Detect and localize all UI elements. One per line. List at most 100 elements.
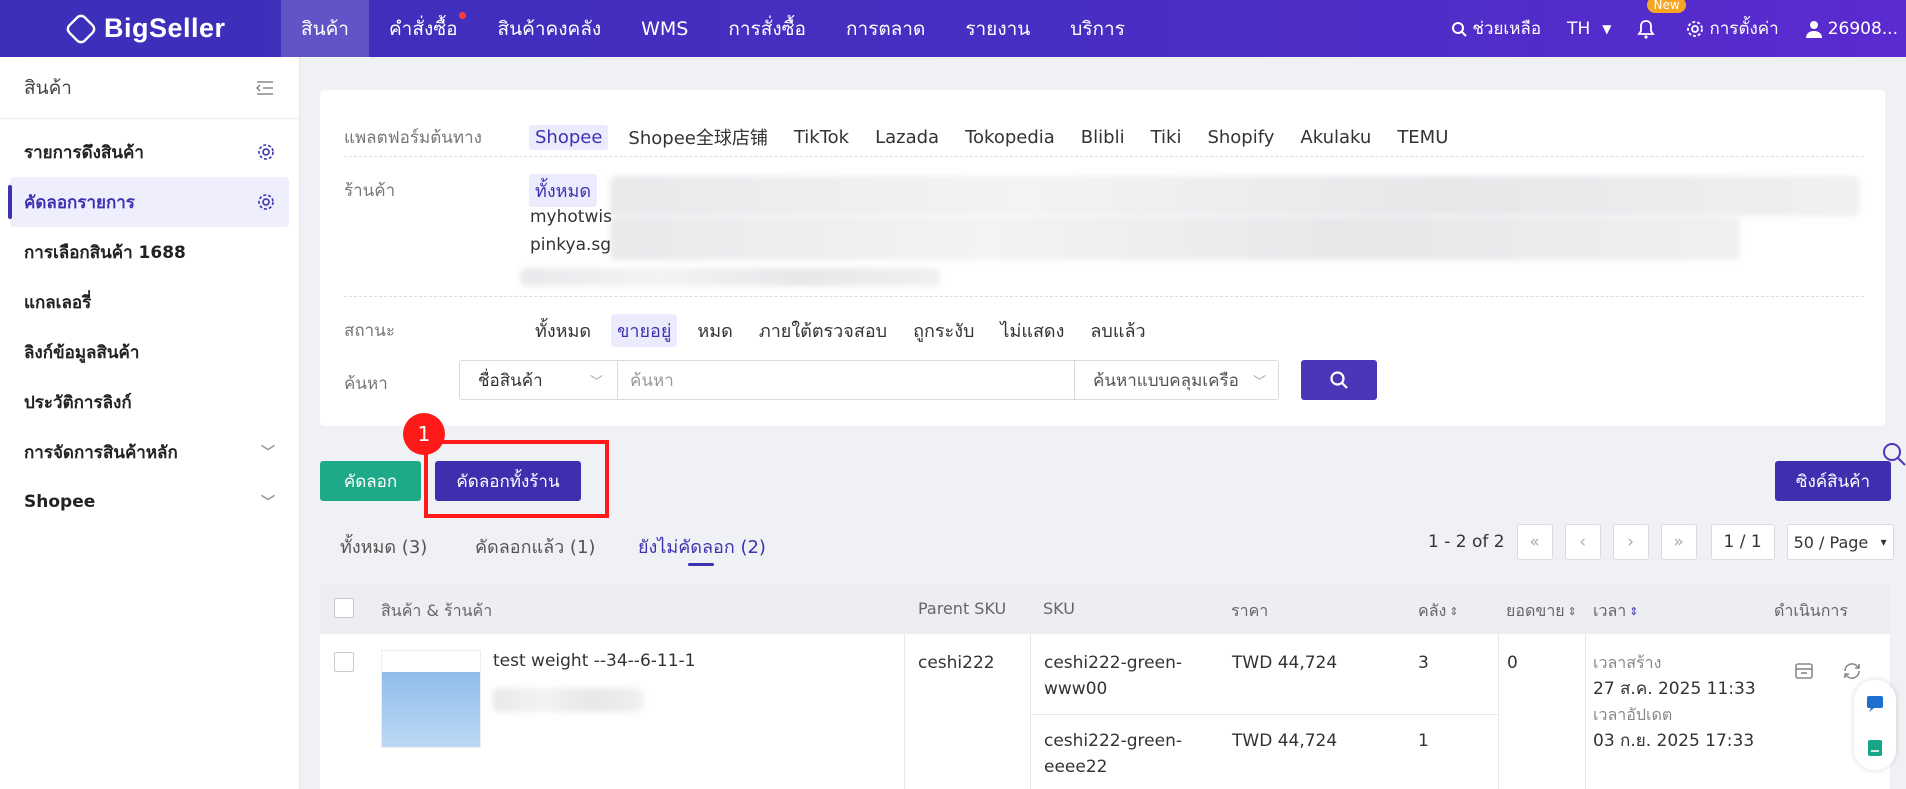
nav-services[interactable]: บริการ xyxy=(1050,0,1145,57)
notifications-button[interactable]: New xyxy=(1637,0,1686,39)
platform-option[interactable]: TikTok xyxy=(788,125,855,150)
platform-option[interactable]: Shopee全球店铺 xyxy=(622,122,773,152)
platform-option[interactable]: Akulaku xyxy=(1294,125,1377,150)
sidebar-item-link-history[interactable]: ประวัติการลิงก์ xyxy=(0,377,299,427)
product-title[interactable]: test weight --34--6-11-1 xyxy=(493,648,695,674)
col-time[interactable]: เวลา ⇕ xyxy=(1593,599,1638,624)
nav-products[interactable]: สินค้า xyxy=(281,0,369,57)
sidebar-item-label: รายการดึงสินค้า xyxy=(24,142,144,163)
status-option[interactable]: ลบแล้ว xyxy=(1084,314,1151,347)
platform-option[interactable]: Tiki xyxy=(1145,125,1188,150)
platform-option[interactable]: Tokopedia xyxy=(959,125,1061,150)
step-number-badge: 1 xyxy=(403,413,445,455)
sidebar-item-master-products[interactable]: การจัดการสินค้าหลัก ﹀ xyxy=(0,427,299,477)
next-page-button[interactable]: › xyxy=(1612,524,1649,560)
settings-link[interactable]: การตั้งค่า xyxy=(1686,15,1779,42)
highlight-box xyxy=(424,440,609,518)
first-page-button[interactable]: « xyxy=(1516,524,1553,560)
sidebar-item-label: การจัดการสินค้าหลัก xyxy=(24,442,178,463)
prev-page-button[interactable]: ‹ xyxy=(1564,524,1601,560)
user-menu[interactable]: 26908... xyxy=(1805,19,1898,39)
shop-option[interactable]: myhotwis xyxy=(530,207,612,227)
col-sales[interactable]: ยอดขาย ⇕ xyxy=(1506,599,1577,624)
sort-icon: ⇕ xyxy=(1567,605,1577,618)
brand-logo[interactable]: BigSeller xyxy=(0,0,281,57)
copy-button[interactable]: คัดลอก xyxy=(320,461,421,501)
product-thumbnail[interactable] xyxy=(381,650,481,748)
platform-option[interactable]: TEMU xyxy=(1391,125,1454,150)
row-checkbox[interactable] xyxy=(334,652,354,672)
sidebar-item-1688[interactable]: การเลือกสินค้า 1688 xyxy=(0,227,299,277)
status-option[interactable]: ถูกระงับ xyxy=(907,314,980,347)
platform-option[interactable]: Lazada xyxy=(869,125,945,150)
last-page-button[interactable]: » xyxy=(1660,524,1697,560)
chevron-down-icon: ▾ xyxy=(1880,535,1887,549)
products-table: สินค้า & ร้านค้า Parent SKU SKU ราคา คลั… xyxy=(320,584,1890,789)
blurred-shop-list xyxy=(520,268,940,286)
sidebar-item-label: การเลือกสินค้า 1688 xyxy=(24,242,186,263)
sidebar-item-copy-listings[interactable]: คัดลอกรายการ xyxy=(8,177,289,227)
select-all-checkbox[interactable] xyxy=(334,598,354,618)
gear-icon[interactable] xyxy=(257,193,275,211)
sidebar: สินค้า รายการดึงสินค้า คัดลอกรายการ การเ… xyxy=(0,57,300,789)
language-select[interactable]: TH ▼ xyxy=(1567,19,1611,39)
page-size-select[interactable]: 50 / Page ▾ xyxy=(1786,524,1894,560)
search-icon[interactable] xyxy=(1880,440,1906,466)
platform-filter-row: แพลตฟอร์มต้นทาง Shopee Shopee全球店铺 TikTok… xyxy=(344,122,1468,152)
nav-reports[interactable]: รายงาน xyxy=(945,0,1050,57)
divider xyxy=(344,296,1864,297)
search-label: ค้นหา xyxy=(344,374,388,394)
copy-store-icon[interactable] xyxy=(1793,660,1815,682)
nav-inventory[interactable]: สินค้าคงคลัง xyxy=(478,0,622,57)
chevron-down-icon: ﹀ xyxy=(261,495,275,511)
status-option[interactable]: ขายอยู่ xyxy=(611,314,678,347)
language-label: TH xyxy=(1567,18,1591,39)
floating-widget xyxy=(1854,680,1896,770)
collapse-menu-icon[interactable] xyxy=(255,80,275,96)
sidebar-item-product-links[interactable]: ลิงก์ข้อมูลสินค้า xyxy=(0,327,299,377)
sort-icon: ⇕ xyxy=(1449,605,1459,618)
col-sku: SKU xyxy=(1043,599,1075,618)
variant-stock: 1 xyxy=(1418,731,1429,751)
platform-option[interactable]: Blibli xyxy=(1075,125,1131,150)
page-size-value: 50 / Page xyxy=(1793,532,1869,552)
created-label: เวลาสร้าง xyxy=(1593,653,1662,672)
search-button[interactable] xyxy=(1301,360,1377,400)
search-field-select[interactable]: ชื่อสินค้า ﹀ xyxy=(460,361,618,399)
chat-icon[interactable] xyxy=(1865,693,1885,713)
gear-icon[interactable] xyxy=(257,143,275,161)
nav-orders[interactable]: คำสั่งซื้อ xyxy=(369,0,478,57)
divider xyxy=(1498,634,1499,789)
search-input[interactable]: ค้นหา xyxy=(618,361,1074,399)
blurred-shop-list xyxy=(610,176,1860,216)
created-time: 27 ส.ค. 2025 11:33 xyxy=(1593,679,1756,699)
status-option[interactable]: ไม่แสดง xyxy=(994,314,1070,347)
col-actions: ดำเนินการ xyxy=(1774,601,1848,620)
sync-products-button[interactable]: ซิงค์สินค้า xyxy=(1775,461,1891,501)
chevron-down-icon: ﹀ xyxy=(589,374,603,390)
search-mode-select[interactable]: ค้นหาแบบคลุมเครือ ﹀ xyxy=(1074,361,1278,399)
refresh-icon[interactable] xyxy=(1841,660,1863,682)
page-input[interactable]: 1 / 1 xyxy=(1710,524,1775,560)
help-link[interactable]: ช่วยเหลือ xyxy=(1451,15,1541,42)
status-option[interactable]: ภายใต้ตรวจสอบ xyxy=(753,314,893,347)
status-option[interactable]: ทั้งหมด xyxy=(529,314,597,347)
sidebar-item-pull-products[interactable]: รายการดึงสินค้า xyxy=(0,127,299,177)
shop-option[interactable]: pinkya.sg xyxy=(530,235,611,255)
tab-all[interactable]: ทั้งหมด (3) xyxy=(340,532,427,561)
nav-purchase[interactable]: การสั่งซื้อ xyxy=(708,0,826,57)
nav-wms[interactable]: WMS xyxy=(621,0,708,57)
brand-name: BigSeller xyxy=(104,13,226,43)
book-icon[interactable] xyxy=(1865,738,1885,758)
tab-copied[interactable]: คัดลอกแล้ว (1) xyxy=(475,532,595,561)
nav-marketing[interactable]: การตลาด xyxy=(826,0,945,57)
tab-not-copied[interactable]: ยังไม่คัดลอก (2) xyxy=(638,532,766,561)
col-time-label: เวลา xyxy=(1593,601,1627,620)
sidebar-item-shopee[interactable]: Shopee ﹀ xyxy=(0,477,299,527)
col-stock[interactable]: คลัง ⇕ xyxy=(1418,599,1459,624)
platform-option[interactable]: Shopify xyxy=(1201,125,1280,150)
shop-option-all[interactable]: ทั้งหมด xyxy=(529,174,598,207)
sidebar-item-gallery[interactable]: แกลเลอรี่ xyxy=(0,277,299,327)
status-option[interactable]: หมด xyxy=(691,314,738,347)
platform-option[interactable]: Shopee xyxy=(529,124,609,150)
